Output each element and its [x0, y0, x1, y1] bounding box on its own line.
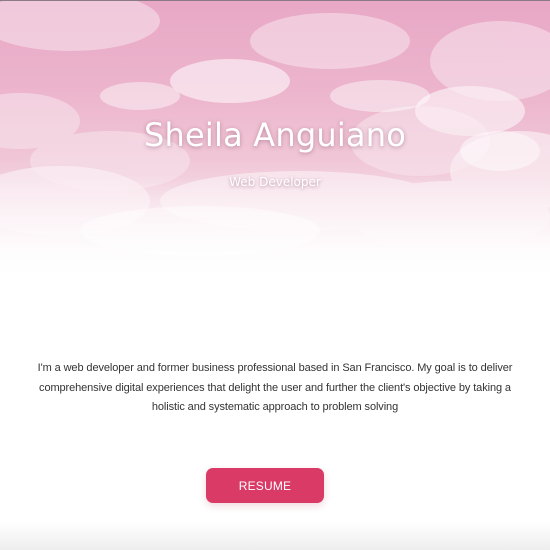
portfolio-page: Sheila Anguiano Web Developer I'm a web …	[0, 0, 550, 550]
hero-role: Web Developer	[229, 175, 321, 189]
resume-button[interactable]: RESUME	[206, 468, 324, 503]
hero-fade-overlay	[0, 176, 550, 286]
section-divider-shade	[0, 522, 550, 550]
about-bio: I'm a web developer and former business …	[37, 362, 513, 413]
hero-name: Sheila Anguiano	[144, 116, 406, 154]
